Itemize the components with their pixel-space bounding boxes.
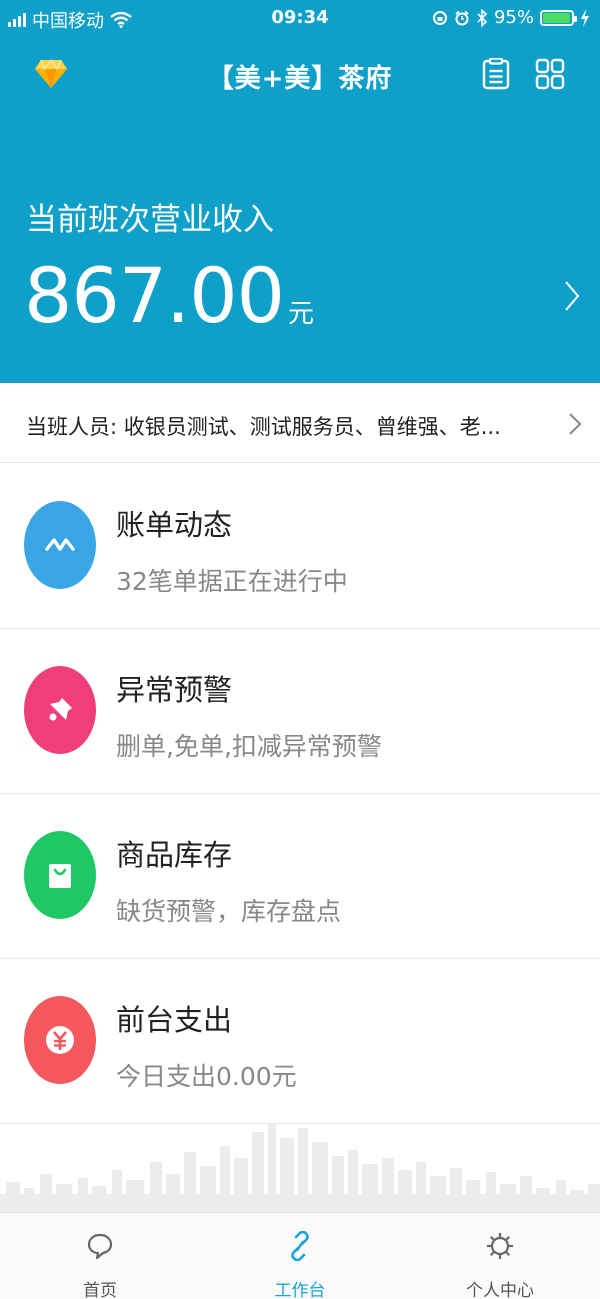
- battery-icon: [540, 9, 577, 26]
- status-bar: 中国移动 09:34 95%: [0, 0, 600, 36]
- module-icon-badge: [24, 996, 96, 1084]
- app-screen: 中国移动 09:34 95% 【美+美】茶府 当前班次营业收入 867.00 元…: [0, 0, 600, 1299]
- module-icon-badge: [24, 666, 96, 754]
- yen-icon: [46, 1026, 74, 1054]
- tab-label: 个人中心: [466, 1281, 534, 1299]
- link-icon: [291, 1231, 309, 1261]
- chevron-right-icon[interactable]: [562, 279, 582, 313]
- grid-icon[interactable]: [535, 58, 565, 90]
- module-title: 账单动态: [116, 508, 233, 542]
- module-icon-badge: [24, 831, 96, 919]
- city-skyline-decoration: [0, 1124, 600, 1212]
- chevron-right-icon: [569, 413, 582, 435]
- on-duty-staff-text: 当班人员: 收银员测试、测试服务员、曾维强、老...: [26, 415, 501, 439]
- module-icon-badge: [24, 501, 96, 589]
- revenue-value: 867.00: [24, 251, 285, 340]
- module-desc: 缺货预警，库存盘点: [116, 897, 342, 926]
- pulse-icon: [45, 538, 75, 551]
- module-exception-alert[interactable]: 异常预警 删单,免单,扣减异常预警: [0, 628, 600, 794]
- revenue-label: 当前班次营业收入: [26, 202, 274, 238]
- header: 中国移动 09:34 95% 【美+美】茶府 当前班次营业收入 867.00 元: [0, 0, 600, 383]
- charging-icon: [581, 8, 589, 27]
- chat-bubble-icon: [87, 1233, 113, 1260]
- battery-percent: 95%: [493, 7, 534, 28]
- module-inventory[interactable]: 商品库存 缺货预警，库存盘点: [0, 793, 600, 959]
- module-desc: 32笔单据正在进行中: [116, 567, 348, 596]
- clipboard-icon[interactable]: [481, 58, 511, 90]
- module-bill-activity[interactable]: 账单动态 32笔单据正在进行中: [0, 463, 600, 629]
- module-title: 商品库存: [116, 838, 233, 872]
- gear-icon: [487, 1233, 513, 1259]
- tab-home[interactable]: 首页: [0, 1213, 200, 1299]
- module-front-desk-expense[interactable]: 前台支出 今日支出0.00元: [0, 958, 600, 1124]
- tab-profile[interactable]: 个人中心: [400, 1213, 600, 1299]
- module-title: 异常预警: [116, 673, 233, 707]
- module-desc: 今日支出0.00元: [116, 1062, 297, 1091]
- nav-bar: 【美+美】茶府: [0, 46, 600, 104]
- bell-icon: [49, 698, 72, 721]
- module-title: 前台支出: [116, 1003, 233, 1037]
- shopping-bag-icon: [49, 864, 71, 888]
- module-desc: 删单,免单,扣减异常预警: [116, 732, 382, 761]
- orientation-lock-icon: [432, 10, 447, 25]
- bottom-tab-bar: 首页 工作台 个人中心: [0, 1212, 600, 1299]
- tab-label: 首页: [83, 1281, 117, 1299]
- tab-label: 工作台: [274, 1281, 326, 1299]
- bluetooth-icon: [477, 8, 488, 27]
- revenue-unit: 元: [287, 299, 314, 329]
- alarm-icon: [455, 10, 469, 25]
- tab-workbench[interactable]: 工作台: [200, 1213, 400, 1299]
- revenue-amount[interactable]: 867.00 元: [24, 256, 314, 336]
- status-right: 95%: [432, 7, 590, 28]
- on-duty-staff-row[interactable]: 当班人员: 收银员测试、测试服务员、曾维强、老...: [0, 383, 600, 463]
